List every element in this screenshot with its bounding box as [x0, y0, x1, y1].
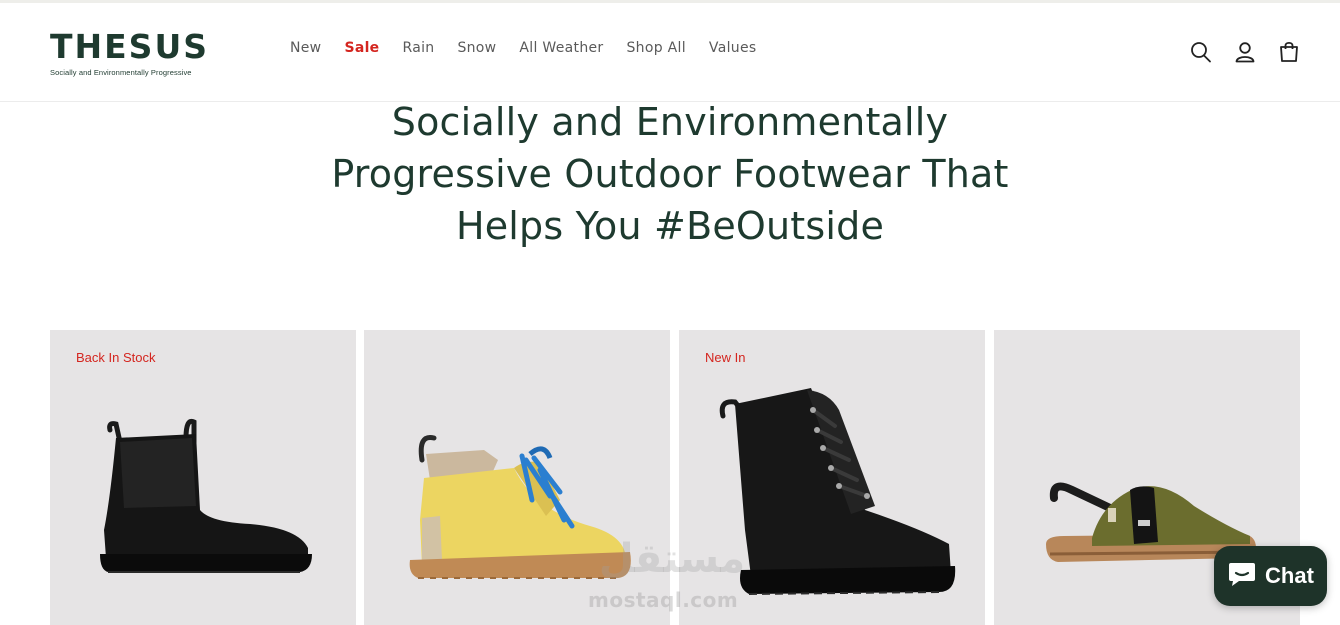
black-chelsea-boot-image	[100, 418, 312, 573]
nav-item-values[interactable]: Values	[709, 40, 757, 56]
brand-name: THESUS	[50, 27, 210, 66]
hero-heading: Socially and Environmentally Progressive…	[290, 96, 1050, 252]
nav-item-sale[interactable]: Sale	[344, 40, 379, 56]
product-card[interactable]: New In	[679, 330, 985, 625]
nav-item-rain[interactable]: Rain	[402, 40, 434, 56]
main-nav: New Sale Rain Snow All Weather Shop All …	[290, 40, 779, 56]
black-lace-up-boot-image	[719, 388, 956, 595]
product-badge: Back In Stock	[76, 350, 156, 365]
hero-line-1: Socially and Environmentally	[391, 100, 949, 144]
product-card[interactable]	[364, 330, 670, 625]
account-icon[interactable]	[1234, 40, 1256, 64]
hero-section: Socially and Environmentally Progressive…	[0, 96, 1340, 252]
yellow-hiking-boot-image	[409, 434, 631, 579]
brand-tagline: Socially and Environmentally Progressive	[50, 68, 192, 77]
chat-button[interactable]: Chat	[1214, 546, 1327, 606]
hero-line-3: Helps You #BeOutside	[455, 204, 885, 248]
brand-logo[interactable]: THESUS Socially and Environmentally Prog…	[50, 30, 210, 78]
nav-item-snow[interactable]: Snow	[457, 40, 496, 56]
nav-item-new[interactable]: New	[290, 40, 321, 56]
product-badge: New In	[705, 350, 746, 365]
product-card[interactable]: Back In Stock	[50, 330, 356, 625]
header-actions	[1190, 40, 1300, 64]
nav-item-all-weather[interactable]: All Weather	[519, 40, 603, 56]
chat-bubble-icon	[1227, 560, 1257, 593]
chat-label: Chat	[1265, 563, 1314, 588]
search-icon[interactable]	[1190, 40, 1212, 64]
hero-line-2: Progressive Outdoor Footwear That	[331, 152, 1009, 196]
site-header: THESUS Socially and Environmentally Prog…	[0, 3, 1340, 102]
product-grid: Back In Stock New In	[50, 330, 1300, 625]
nav-item-shop-all[interactable]: Shop All	[626, 40, 685, 56]
cart-icon[interactable]	[1278, 40, 1300, 64]
